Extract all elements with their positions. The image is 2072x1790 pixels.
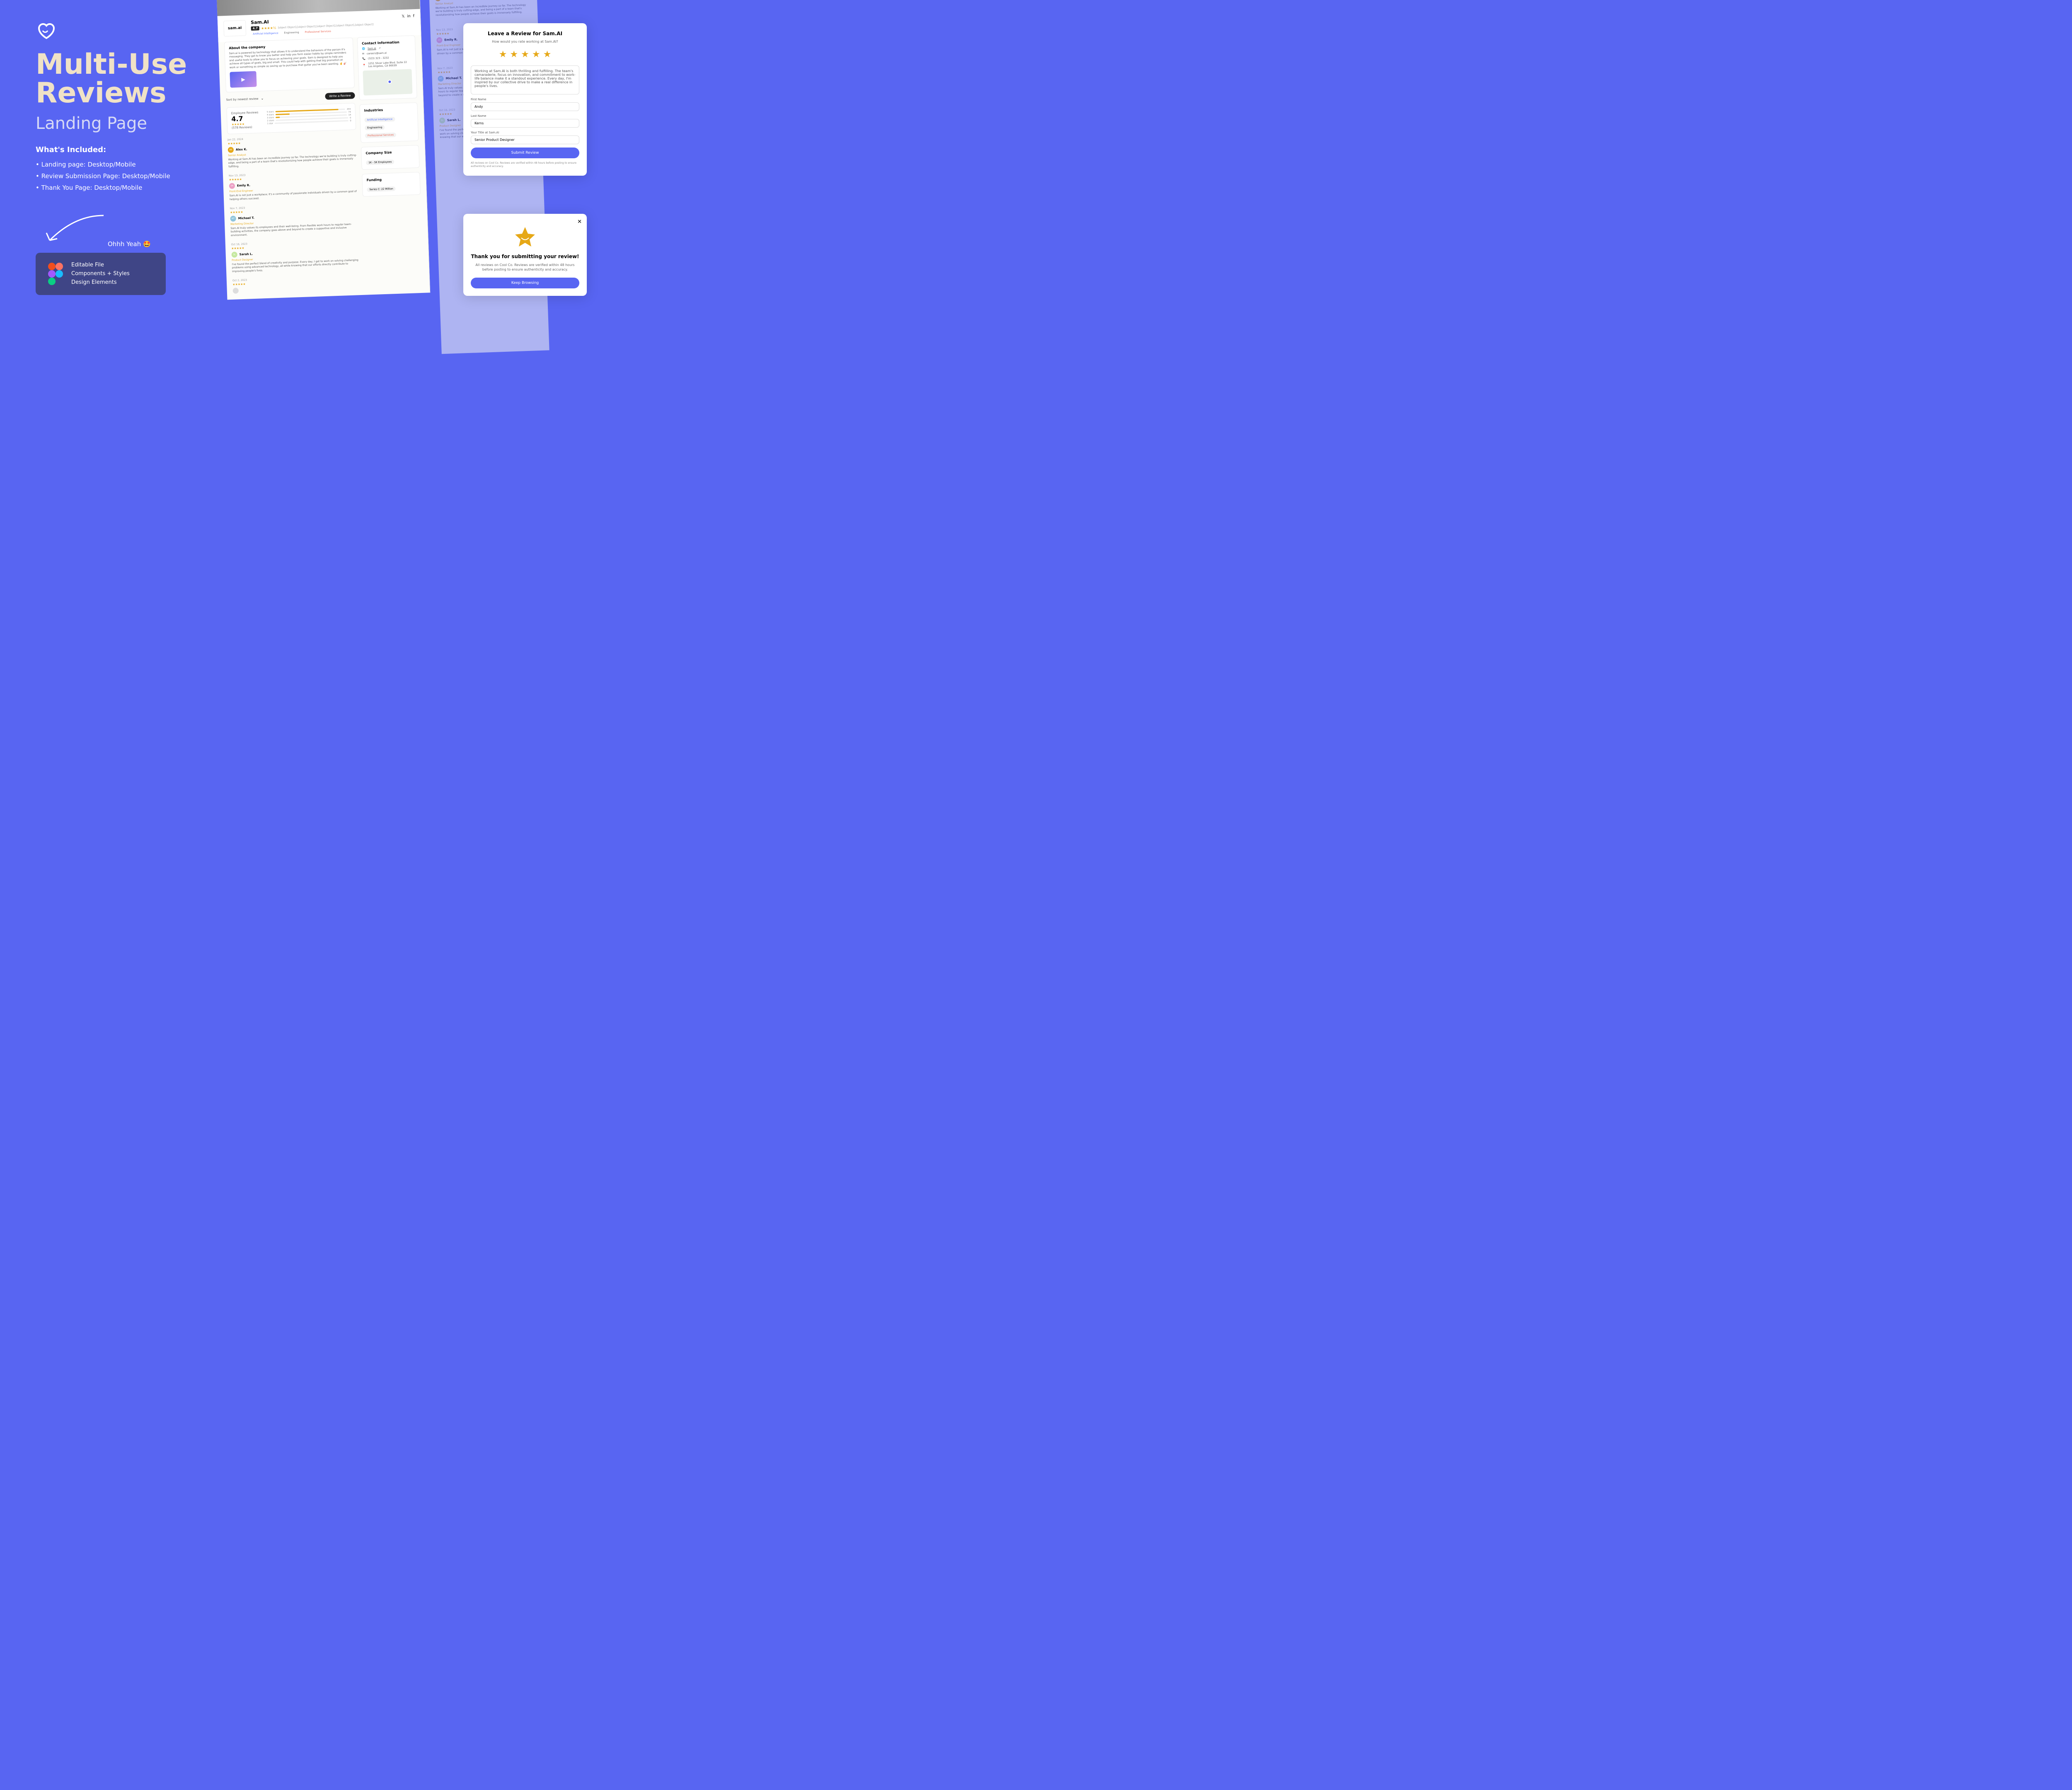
figma-icon xyxy=(46,262,64,285)
thankyou-title: Thank you for submitting your review! xyxy=(471,254,579,259)
modal-question: How would you rate working at Sam.AI? xyxy=(471,40,579,44)
pill[interactable]: Artificial Intelligence xyxy=(364,117,395,123)
mail-icon: ✉ xyxy=(362,52,364,55)
star-icon: ★★★★½ xyxy=(261,26,276,30)
bullet: • Thank You Page: Desktop/Mobile xyxy=(36,184,210,191)
first-name-input[interactable]: Andy xyxy=(471,102,579,111)
size-card: Company Size 1K - 5K Employees xyxy=(361,145,420,170)
keep-browsing-button[interactable]: Keep Browsing xyxy=(471,278,579,288)
contact-site[interactable]: Sam.ai xyxy=(368,47,376,50)
last-name-input[interactable]: Kerns xyxy=(471,119,579,128)
phone-icon: 📞 xyxy=(362,57,366,60)
about-card: About the company Sam.ai is powered by t… xyxy=(224,37,355,92)
rating-stars[interactable]: ★ ★ ★ ★ ★ xyxy=(471,49,579,60)
title-input[interactable]: Senior Product Designer xyxy=(471,135,579,144)
review-item: Oct 2, 2023★★★★★ xyxy=(232,275,362,294)
review-item: Jan 22, 2024★★★★★AKAlex K.Senior Analyst… xyxy=(228,134,357,169)
bullet: • Landing page: Desktop/Mobile xyxy=(36,161,210,168)
subtitle: Landing Page xyxy=(36,114,210,133)
avatar: SL xyxy=(231,252,237,257)
company-logo: sam.ai xyxy=(223,20,246,36)
about-text: Sam.ai is powered by technology that all… xyxy=(229,48,349,70)
contact-address: 1251 Silver Lake Blvd. Suite 22 Los Ange… xyxy=(368,61,407,68)
summary-rating: 4.7 xyxy=(231,114,261,123)
pill[interactable]: Professional Services xyxy=(365,133,397,138)
avatar: ER xyxy=(229,183,235,189)
bullet-list: • Landing page: Desktop/Mobile • Review … xyxy=(36,161,210,191)
thankyou-text: All reviews on Cool Co. Reviews are veri… xyxy=(471,263,579,272)
tag[interactable]: Artificial Intelligence xyxy=(251,31,280,36)
ohh-yeah: Ohhh Yeah 🤩 xyxy=(108,240,151,248)
map[interactable] xyxy=(363,69,412,95)
review-item: Nov 13, 2023★★★★★EREmily R.Front-End Eng… xyxy=(229,170,358,201)
label: Your Title at Sam.AI xyxy=(471,131,579,134)
submit-button[interactable]: Submit Review xyxy=(471,148,579,158)
modal-title: Leave a Review for Sam.AI xyxy=(471,31,579,36)
bullet: • Review Submission Page: Desktop/Mobile xyxy=(36,172,210,180)
globe-icon: 🌐 xyxy=(362,47,365,50)
video-thumb[interactable]: ▶ xyxy=(230,71,257,87)
review-textarea[interactable]: Working at Sam.AI is both thrilling and … xyxy=(471,65,579,94)
review-item: Nov 7, 2023★★★★★MTMichael T.Marketing Di… xyxy=(230,203,360,237)
linkedin-icon[interactable]: in xyxy=(407,14,411,18)
funding-card: Funding Series C: 22 Million xyxy=(362,172,421,197)
review-item: Oct 16, 2023★★★★★SLSarah L.Product Desig… xyxy=(231,239,361,273)
pill[interactable]: Engineering xyxy=(365,125,385,131)
title-line1: Multi-Use xyxy=(36,51,210,78)
write-review-button[interactable]: Write a Review xyxy=(325,92,355,100)
avatar: MT xyxy=(230,215,236,221)
whats-included: What's Included: xyxy=(36,145,210,154)
star-icon xyxy=(513,225,537,249)
rating-badge: 4.7 xyxy=(251,26,260,31)
contact-email[interactable]: careers@sam.ai xyxy=(367,52,387,56)
disclaimer: All reviews on Cool Co. Reviews are veri… xyxy=(471,162,579,168)
label: Last Name xyxy=(471,114,579,118)
figma-text: Editable FileComponents + StylesDesign E… xyxy=(71,261,130,287)
x-icon[interactable]: 𝕏 xyxy=(402,15,405,19)
avatar xyxy=(233,288,239,294)
pill: Series C: 22 Million xyxy=(367,186,396,192)
avatar: AK xyxy=(228,147,234,153)
figma-card: Editable FileComponents + StylesDesign E… xyxy=(36,253,166,295)
map-pin-icon xyxy=(387,80,392,84)
landing-page: Hiring! View 20 Jobs sam.ai Sam.AI 4.7 ★… xyxy=(216,0,430,300)
label: First Name xyxy=(471,98,579,101)
summary-count: (578 Reviews) xyxy=(232,125,261,129)
review-modal: Leave a Review for Sam.AI How would you … xyxy=(463,23,587,176)
promo-panel: Multi-Use Reviews Landing Page What's In… xyxy=(36,20,210,196)
contact-phone: (323) 323 - 3232 xyxy=(368,56,389,60)
sort-select[interactable]: Sort by newest review xyxy=(226,97,259,102)
pin-icon: 📍 xyxy=(363,64,366,67)
tag[interactable]: Professional Services xyxy=(303,29,333,34)
facebook-icon[interactable]: f xyxy=(413,14,415,18)
close-icon[interactable]: ✕ xyxy=(577,219,582,225)
arrow-icon xyxy=(37,211,108,249)
pill: 1K - 5K Employees xyxy=(366,160,395,165)
tag[interactable]: Engineering xyxy=(282,31,300,35)
industries-card: Industries Artificial Intelligence Engin… xyxy=(359,102,419,143)
thankyou-modal: ✕ Thank you for submitting your review! … xyxy=(463,214,587,296)
heart-icon xyxy=(36,20,57,41)
title-line2: Reviews xyxy=(36,80,210,107)
chevron-down-icon[interactable]: ⌄ xyxy=(261,97,264,100)
rating-summary: Employee Reviews 4.7 ★★★★★ (578 Reviews)… xyxy=(226,103,356,134)
contact-card: Contact Information 🌐Sam.ai ↗ ✉careers@s… xyxy=(357,35,417,100)
